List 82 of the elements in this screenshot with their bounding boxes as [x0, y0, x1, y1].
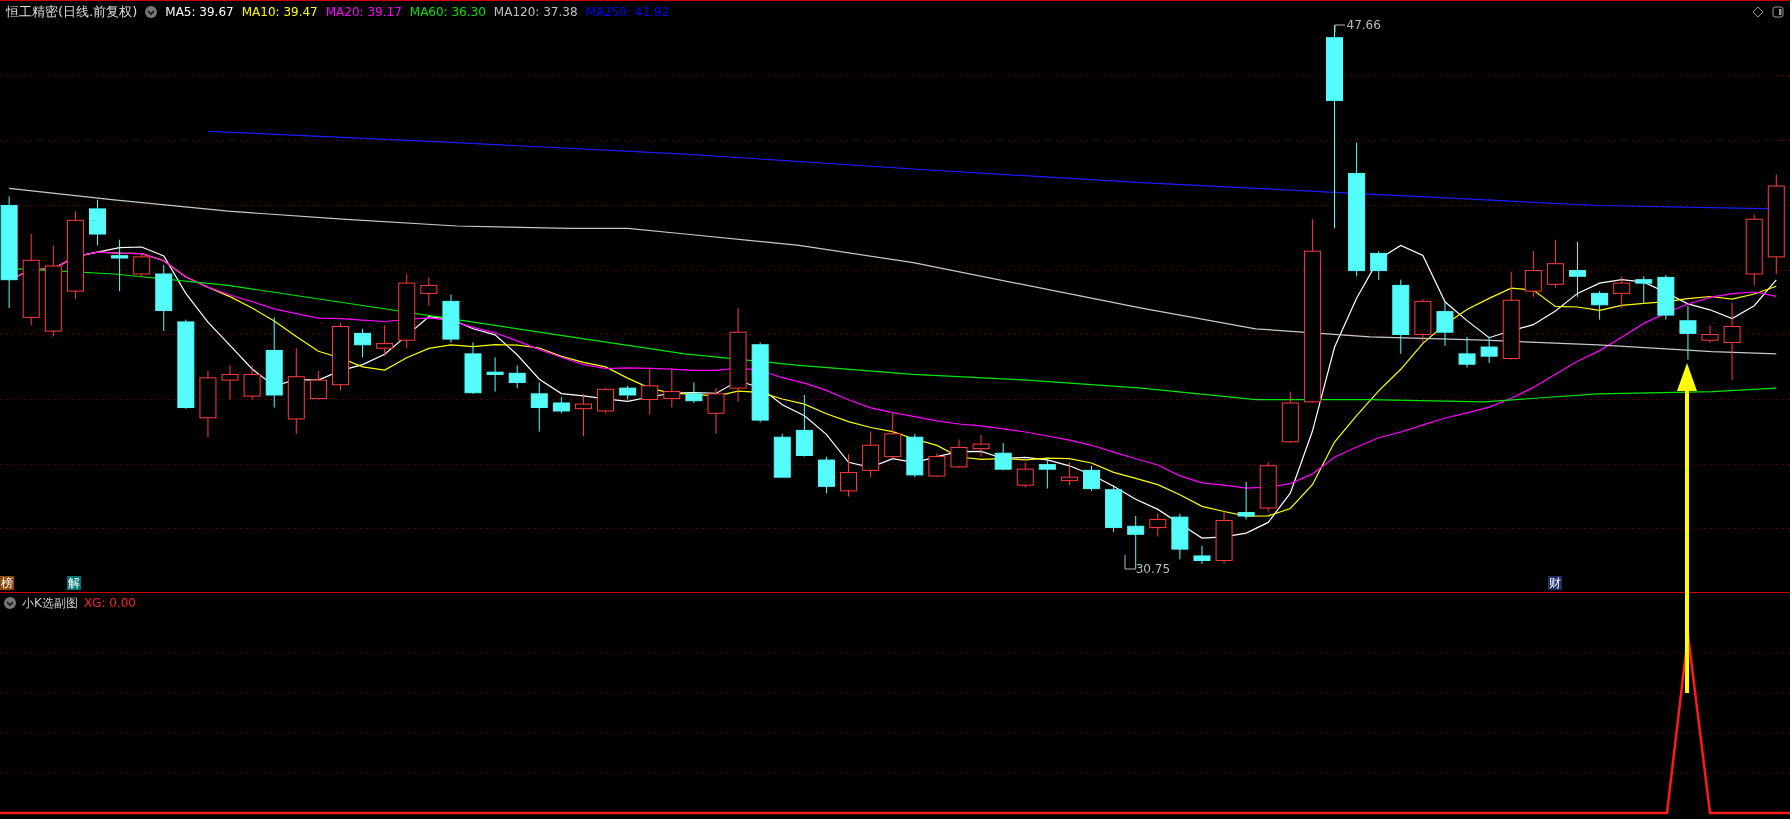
- candlestick: [950, 439, 968, 469]
- candlestick: [795, 394, 813, 458]
- candlestick: [111, 239, 129, 292]
- event-marker[interactable]: 榜: [0, 576, 14, 590]
- low-price-label: 30.75: [1135, 560, 1171, 577]
- candlestick: [1701, 324, 1719, 343]
- indicator-value: MA5: 39.67: [165, 4, 234, 19]
- candlestick: [574, 393, 592, 437]
- candlestick: [464, 341, 482, 395]
- candlestick: [1105, 484, 1123, 533]
- diamond-icon[interactable]: [1752, 5, 1764, 18]
- candlestick: [1546, 239, 1564, 289]
- candlestick: [1171, 513, 1189, 560]
- indicator-title: 小K选副图: [22, 594, 78, 612]
- candlestick: [376, 324, 394, 357]
- dropdown-icon[interactable]: [4, 597, 16, 609]
- candlestick: [1414, 298, 1432, 343]
- candlestick: [442, 294, 460, 343]
- candlestick: [1060, 461, 1078, 486]
- candlestick: [552, 396, 570, 414]
- candlestick: [1613, 275, 1631, 309]
- candlestick: [508, 364, 526, 389]
- indicator-value: MA60: 36.30: [409, 4, 486, 19]
- candlestick: [309, 370, 327, 401]
- indicator-value: MA10: 39.47: [241, 4, 318, 19]
- candlestick: [1679, 305, 1697, 361]
- candlestick: [685, 381, 703, 404]
- candlestick: [906, 433, 924, 478]
- candlestick: [1149, 513, 1167, 538]
- candlestick: [1436, 302, 1454, 347]
- candlestick: [817, 456, 835, 494]
- candlestick: [862, 431, 880, 478]
- candlestick: [773, 433, 791, 478]
- candlestick: [1038, 458, 1056, 490]
- candlestick: [221, 364, 239, 401]
- candlestick: [89, 199, 106, 246]
- candlestick: [1458, 336, 1476, 369]
- candlestick: [133, 252, 151, 277]
- candlestick: [840, 453, 858, 498]
- event-marker[interactable]: 财: [1548, 576, 1562, 590]
- candlestick: [332, 322, 349, 391]
- candlestick: [972, 434, 990, 458]
- candlestick: [1281, 391, 1299, 444]
- candlestick: [243, 364, 261, 401]
- stock-title: 恒工精密(日线.前复权): [6, 2, 138, 21]
- indicator-value: XG: 0.00: [83, 596, 136, 610]
- candlestick: [155, 264, 173, 332]
- indicator-value: MA250: 41.92: [585, 4, 670, 19]
- candlestick: [1259, 461, 1277, 512]
- candlestick: [1591, 290, 1609, 321]
- candlestick: [1480, 336, 1498, 364]
- candlestick: [1083, 465, 1100, 492]
- candlestick: [1016, 461, 1034, 488]
- candlestick: [994, 442, 1012, 471]
- dropdown-icon[interactable]: [145, 5, 158, 18]
- candlestick: [199, 370, 217, 438]
- indicator-value: MA120: 37.38: [493, 4, 578, 19]
- candlestick: [1193, 545, 1211, 565]
- candlestick: [663, 368, 681, 409]
- candlestick: [1370, 250, 1388, 281]
- candlestick: [1215, 510, 1233, 565]
- candlestick: [641, 367, 659, 415]
- indicator-value: MA20: 39.17: [325, 4, 402, 19]
- candlestick: [884, 412, 902, 460]
- candlestick: [1569, 241, 1586, 298]
- candlestick: [928, 452, 946, 478]
- candlestick: [1657, 274, 1675, 321]
- leader-line: [1334, 23, 1347, 34]
- candlestick: [1635, 275, 1653, 305]
- candlestick: [354, 328, 372, 358]
- high-price-label: 47.66: [1346, 17, 1381, 34]
- candlestick: [486, 356, 504, 393]
- candlestick: [1524, 250, 1542, 298]
- candlestick: [707, 387, 725, 435]
- candlestick: [619, 385, 637, 401]
- candlestick: [420, 276, 438, 307]
- candlestick: [597, 387, 615, 414]
- panel-toggle-icon[interactable]: [1772, 5, 1784, 18]
- event-marker[interactable]: 解: [67, 576, 82, 590]
- candlestick: [530, 381, 548, 432]
- candlestick: [1237, 481, 1255, 520]
- candlestick: [1745, 214, 1763, 286]
